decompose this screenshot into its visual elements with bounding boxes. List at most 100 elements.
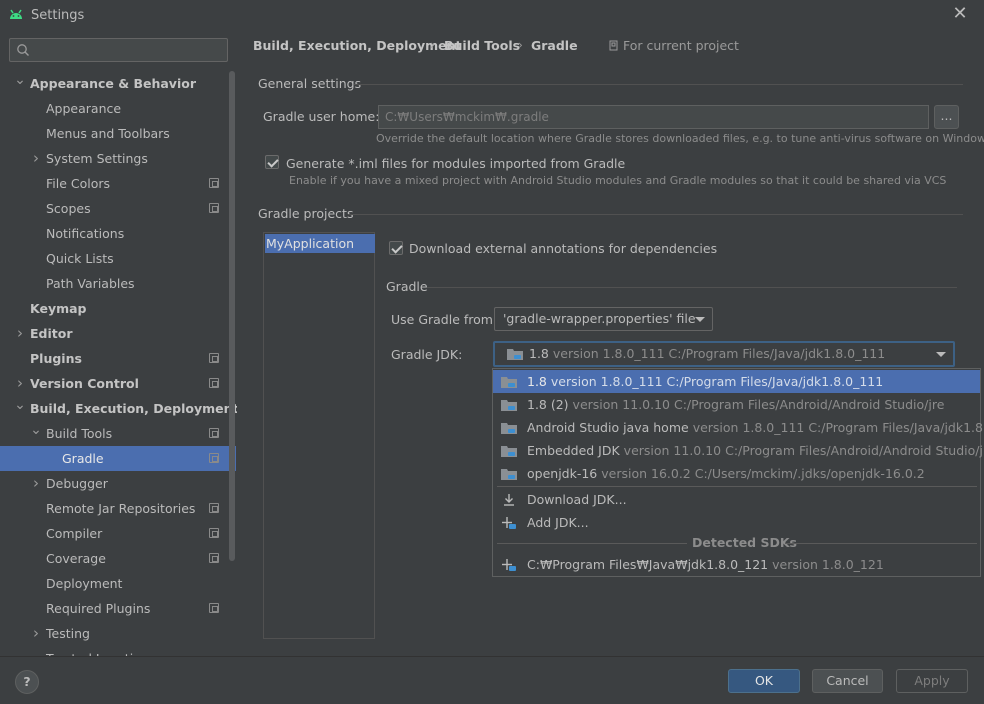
breadcrumb-item-build-tools[interactable]: Build Tools [444,38,520,53]
tree-item-gradle[interactable]: Gradle [0,446,236,471]
jdk-option-name: 1.8 (2) [527,397,569,412]
tree-item-label: System Settings [46,151,148,166]
folder-java-icon [501,423,517,434]
jdk-option-android-studio-java-home[interactable]: Android Studio java home version 1.8.0_1… [493,416,984,439]
close-icon[interactable]: ✕ [950,4,970,24]
download-jdk-label: Download JDK... [527,492,627,507]
tree-item-debugger[interactable]: › Debugger [0,471,228,496]
jdk-option-detail: version 11.0.10 C:/Program Files/Android… [623,443,984,458]
jdk-option-embedded-jdk[interactable]: Embedded JDK version 11.0.10 C:/Program … [493,439,984,462]
add-jdk-item[interactable]: Add JDK... [493,511,980,534]
popup-divider [785,543,977,544]
tree-item-required-plugins[interactable]: Required Plugins [0,596,228,621]
tree-item-notifications[interactable]: Notifications [0,221,228,246]
project-level-config-icon [209,178,219,188]
jdk-option-openjdk-16[interactable]: openjdk-16 version 16.0.2 C:/Users/mckim… [493,462,980,485]
chevron-right-icon[interactable]: › [30,621,42,646]
chevron-down-icon[interactable]: ⌄ [30,421,42,446]
gradle-projects-title: Gradle projects [258,206,354,221]
folder-java-icon [501,446,517,457]
tree-item-label: Version Control [30,376,139,391]
tree-item-deployment[interactable]: Deployment [0,571,228,596]
download-annotations-checkbox[interactable] [389,241,403,255]
project-scope-icon [609,40,618,51]
gradle-user-home-label: Gradle user home: [263,109,380,124]
gradle-projects-list: MyApplication [263,232,375,639]
project-level-config-icon [209,453,219,463]
scope-label: For current project [623,38,739,53]
tree-item-label: Quick Lists [46,251,114,266]
jdk-option-1-8-2[interactable]: 1.8 (2) version 11.0.10 C:/Program Files… [493,393,980,416]
jdk-option-1-8[interactable]: 1.8 version 1.8.0_111 C:/Program Files/J… [493,370,980,393]
tree-item-system-settings[interactable]: › System Settings [0,146,228,171]
tree-item-path-variables[interactable]: Path Variables [0,271,228,296]
apply-button[interactable]: Apply [896,669,968,693]
tree-item-label: Path Variables [46,276,135,291]
chevron-down-icon[interactable]: ⌄ [14,71,26,96]
section-divider [348,214,963,215]
chevron-right-icon[interactable]: › [14,321,26,346]
gradle-user-home-input[interactable]: C:₩Users₩mckim₩.gradle [378,105,929,129]
help-button[interactable]: ? [15,670,39,694]
jdk-option-detail: version 16.0.2 C:/Users/mckim/.jdks/open… [601,466,925,481]
tree-item-appearance-behavior[interactable]: ⌄ Appearance & Behavior [0,71,228,96]
jdk-option-detail: version 11.0.10 C:/Program Files/Android… [572,397,945,412]
chevron-down-icon [936,352,946,357]
add-icon [502,517,516,529]
search-input[interactable] [9,38,228,62]
tree-item-build-execution-deployment[interactable]: ⌄ Build, Execution, Deployment [0,396,237,421]
tree-item-scopes[interactable]: Scopes [0,196,228,221]
tree-item-label: Debugger [46,476,108,491]
tree-item-file-colors[interactable]: File Colors [0,171,228,196]
tree-item-label: Build Tools [46,426,113,441]
tree-item-label: Compiler [46,526,103,541]
tree-item-label: Menus and Toolbars [46,126,170,141]
add-java-icon [502,559,516,571]
tree-item-label: File Colors [46,176,111,191]
add-jdk-label: Add JDK... [527,515,589,530]
tree-item-label: Notifications [46,226,125,241]
chevron-right-icon[interactable]: › [14,371,26,396]
gradle-jdk-value-detail: version 1.8.0_111 C:/Program Files/Java/… [552,346,886,361]
project-level-config-icon [209,528,219,538]
tree-item-keymap[interactable]: Keymap [0,296,228,321]
tree-item-editor[interactable]: › Editor [0,321,228,346]
tree-item-compiler[interactable]: Compiler [0,521,228,546]
project-level-config-icon [209,378,219,388]
detected-sdk-name: C:₩Program Files₩Java₩jdk1.8.0_121 [527,557,769,572]
tree-item-build-tools[interactable]: ⌄ Build Tools [0,421,228,446]
tree-item-label: Testing [46,626,90,641]
tree-item-trusted-locations[interactable]: Trusted Locations [0,646,228,656]
tree-item-version-control[interactable]: › Version Control [0,371,228,396]
tree-item-remote-jar-repositories[interactable]: Remote Jar Repositories [0,496,228,521]
tree-item-testing[interactable]: › Testing [0,621,228,646]
settings-tree-pane: ⌄ Appearance & Behavior Appearance Menus an… [0,31,237,656]
use-gradle-from-select[interactable]: 'gradle-wrapper.properties' file [494,307,713,331]
detected-sdk-item[interactable]: C:₩Program Files₩Java₩jdk1.8.0_121 versi… [493,553,980,576]
chevron-right-icon[interactable]: › [30,146,42,171]
gradle-jdk-dropdown: 1.8 version 1.8.0_111 C:/Program Files/J… [492,368,984,577]
download-jdk-item[interactable]: Download JDK... [493,488,980,511]
project-item-myapplication[interactable]: MyApplication [265,234,375,253]
chevron-right-icon[interactable]: › [30,471,42,496]
chevron-down-icon[interactable]: ⌄ [14,396,26,421]
tree-item-label: Plugins [30,351,82,366]
cancel-button[interactable]: Cancel [812,669,883,693]
ok-button[interactable]: OK [728,669,800,693]
tree-item-coverage[interactable]: Coverage [0,546,228,571]
tree-item-menus-and-toolbars[interactable]: Menus and Toolbars [0,121,228,146]
jdk-option-name: Android Studio java home [527,420,689,435]
android-studio-icon [10,9,22,19]
tree-item-plugins[interactable]: Plugins [0,346,228,371]
tree-item-appearance[interactable]: Appearance [0,96,228,121]
tree-item-label: Appearance & Behavior [30,76,196,91]
gradle-user-home-hint: Override the default location where Grad… [376,132,984,145]
tree-scrollbar[interactable] [229,71,235,561]
gradle-jdk-select[interactable]: 1.8 version 1.8.0_111 C:/Program Files/J… [493,341,955,367]
dialog-button-bar: ? OK Cancel Apply [0,656,984,704]
tree-item-label: Gradle [62,451,104,466]
tree-item-quick-lists[interactable]: Quick Lists [0,246,228,271]
general-settings-title: General settings [258,76,362,91]
browse-button[interactable]: ... [934,105,959,129]
generate-iml-checkbox[interactable] [265,155,279,169]
